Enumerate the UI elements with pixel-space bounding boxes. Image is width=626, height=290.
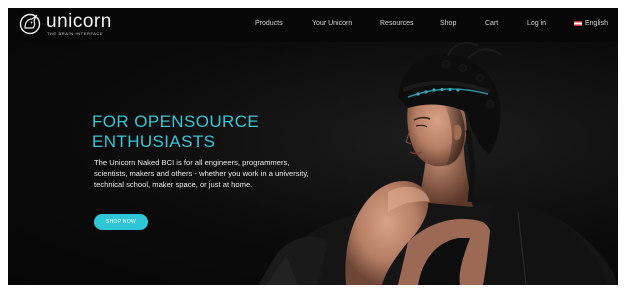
brand-name: unicorn xyxy=(46,11,112,32)
hero-section: FOR OPENSOURCE ENTHUSIASTS The Unicorn N… xyxy=(8,42,618,285)
hero-description: The Unicorn Naked BCI is for all enginee… xyxy=(94,158,309,189)
nav-item-cart[interactable]: Cart xyxy=(485,20,498,27)
shop-now-button[interactable]: SHOP NOW xyxy=(94,214,148,230)
hero-headline: FOR OPENSOURCE ENTHUSIASTS xyxy=(92,112,292,152)
uk-flag-icon xyxy=(574,20,582,26)
nav-item-log-in[interactable]: Log in xyxy=(527,20,546,27)
language-selector[interactable]: English xyxy=(574,20,608,27)
brand-tagline: THE BRAIN INTERFACE xyxy=(47,31,104,36)
nav-item-products[interactable]: Products xyxy=(255,20,283,27)
nav-item-resources[interactable]: Resources xyxy=(380,20,413,27)
top-navigation: unicorn THE BRAIN INTERFACE Products You… xyxy=(8,8,618,42)
hero-headline-line-1: FOR OPENSOURCE xyxy=(92,112,260,131)
language-label: English xyxy=(585,20,608,27)
unicorn-head-logo-icon xyxy=(19,13,41,35)
page-frame: unicorn THE BRAIN INTERFACE Products You… xyxy=(8,8,618,285)
hero-headline-line-2: ENTHUSIASTS xyxy=(92,132,216,151)
nav-item-shop[interactable]: Shop xyxy=(440,20,456,27)
nav-item-your-unicorn[interactable]: Your Unicorn xyxy=(312,20,352,27)
